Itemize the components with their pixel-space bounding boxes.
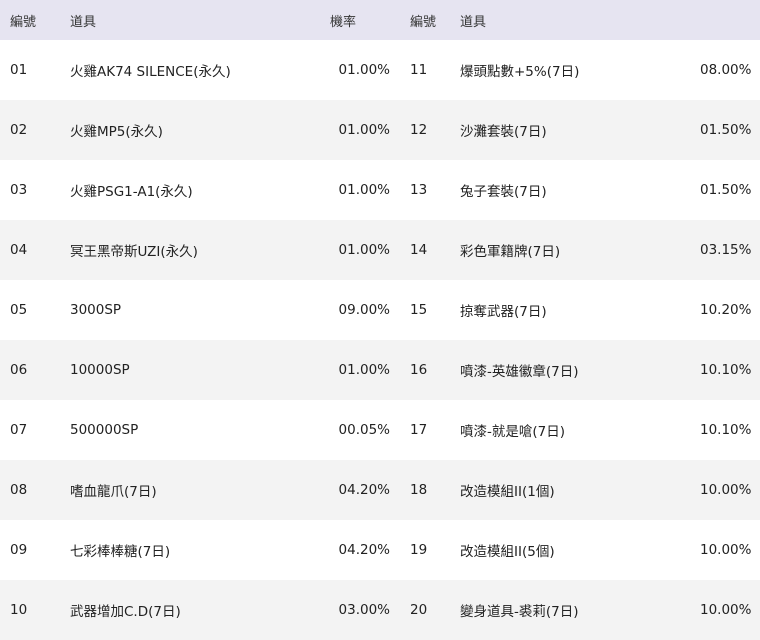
cell-item-2: 沙灘套裝(7日) <box>460 124 547 140</box>
table-header: 編號 道具 機率 編號 道具 機率 <box>0 0 760 40</box>
table-row: 07 500000SP 00.05% 17 噴漆-就是嗆(7日) 10.10% <box>0 400 760 460</box>
header-num: 編號 <box>10 14 37 30</box>
cell-rate: 01.00% <box>338 182 390 198</box>
cell-num-2: 20 <box>410 602 428 618</box>
cell-rate-2: 03.15% <box>700 242 752 258</box>
cell-num: 04 <box>10 242 28 258</box>
table-row: 06 10000SP 01.00% 16 噴漆-英雄徽章(7日) 10.10% <box>0 340 760 400</box>
cell-num: 07 <box>10 422 28 438</box>
cell-rate: 01.00% <box>338 362 390 378</box>
cell-num-2: 13 <box>410 182 428 198</box>
table-row: 01 火雞AK74 SILENCE(永久) 01.00% 11 爆頭點數+5%(7日) 0… <box>0 40 760 100</box>
cell-rate-2: 10.00% <box>700 482 752 498</box>
cell-item: 七彩棒棒糖(7日) <box>70 544 171 560</box>
cell-item-2: 改造模組II(1個) <box>460 484 555 500</box>
table-row: 08 嗜血龍爪(7日) 04.20% 18 改造模組II(1個) 10.00% <box>0 460 760 520</box>
header-num-2: 編號 <box>410 14 437 30</box>
cell-rate-2: 10.10% <box>700 422 752 438</box>
cell-rate-2: 10.00% <box>700 602 752 618</box>
cell-item: 10000SP <box>70 362 130 378</box>
cell-item: 武器增加C.D(7日) <box>70 604 181 620</box>
header-rate-2: 機率 <box>700 0 760 40</box>
cell-rate: 01.00% <box>338 242 390 258</box>
cell-rate-2: 10.10% <box>700 362 752 378</box>
cell-num: 01 <box>10 62 28 78</box>
cell-rate: 01.00% <box>338 122 390 138</box>
cell-rate-2: 10.20% <box>700 302 752 318</box>
cell-num: 02 <box>10 122 28 138</box>
cell-item-2: 彩色軍籍牌(7日) <box>460 244 561 260</box>
cell-num: 05 <box>10 302 28 318</box>
cell-rate: 09.00% <box>338 302 390 318</box>
cell-rate: 00.05% <box>338 422 390 438</box>
cell-num: 08 <box>10 482 28 498</box>
cell-num-2: 18 <box>410 482 428 498</box>
table-row: 05 3000SP 09.00% 15 掠奪武器(7日) 10.20% <box>0 280 760 340</box>
cell-item: 火雞AK74 SILENCE(永久) <box>70 64 231 80</box>
cell-item-2: 噴漆-英雄徽章(7日) <box>460 364 579 380</box>
header-row: 編號 道具 機率 編號 道具 機率 <box>0 0 760 40</box>
table-row: 10 武器增加C.D(7日) 03.00% 20 變身道具-裘莉(7日) 10.00% <box>0 580 760 640</box>
cell-item: 火雞PSG1-A1(永久) <box>70 184 193 200</box>
cell-rate: 01.00% <box>338 62 390 78</box>
cell-num-2: 15 <box>410 302 428 318</box>
cell-item-2: 改造模組II(5個) <box>460 544 555 560</box>
cell-item-2: 噴漆-就是嗆(7日) <box>460 424 565 440</box>
cell-rate: 04.20% <box>338 542 390 558</box>
cell-rate-2: 01.50% <box>700 122 752 138</box>
cell-num-2: 12 <box>410 122 428 138</box>
cell-num: 09 <box>10 542 28 558</box>
cell-item: 3000SP <box>70 302 122 318</box>
header-item: 道具 <box>70 14 97 30</box>
cell-num: 10 <box>10 602 28 618</box>
cell-rate-2: 10.00% <box>700 542 752 558</box>
probability-table: 編號 道具 機率 編號 道具 機率 01火雞AK74 SILENCE(永久)01… <box>0 0 760 640</box>
cell-item: 冥王黑帝斯UZI(永久) <box>70 244 198 260</box>
table-row: 02 火雞MP5(永久) 01.00% 12 沙灘套裝(7日) 01.50% <box>0 100 760 160</box>
cell-rate-2: 01.50% <box>700 182 752 198</box>
cell-item-2: 爆頭點數+5%(7日) <box>460 64 580 80</box>
table-row: 09 七彩棒棒糖(7日) 04.20% 19 改造模組II(5個) 10.00% <box>0 520 760 580</box>
header-rate: 機率 <box>330 14 357 30</box>
cell-rate-2: 08.00% <box>700 62 752 78</box>
cell-item: 火雞MP5(永久) <box>70 124 163 140</box>
cell-item-2: 變身道具-裘莉(7日) <box>460 604 579 620</box>
table-row: 03 火雞PSG1-A1(永久) 01.00% 13 兔子套裝(7日) 01.50% <box>0 160 760 220</box>
cell-num-2: 17 <box>410 422 428 438</box>
cell-rate: 03.00% <box>338 602 390 618</box>
cell-rate: 04.20% <box>338 482 390 498</box>
cell-item-2: 掠奪武器(7日) <box>460 304 547 320</box>
cell-item-2: 兔子套裝(7日) <box>460 184 547 200</box>
cell-num-2: 11 <box>410 62 428 78</box>
cell-item: 嗜血龍爪(7日) <box>70 484 157 500</box>
cell-num-2: 19 <box>410 542 428 558</box>
cell-num: 03 <box>10 182 28 198</box>
table-body: 01 火雞AK74 SILENCE(永久) 01.00% 11 爆頭點數+5%(7日) 0… <box>0 40 760 640</box>
cell-num-2: 14 <box>410 242 428 258</box>
cell-num: 06 <box>10 362 28 378</box>
header-item-2: 道具 <box>460 14 487 30</box>
table-row: 04 冥王黑帝斯UZI(永久) 01.00% 14 彩色軍籍牌(7日) 03.15% <box>0 220 760 280</box>
cell-item: 500000SP <box>70 422 139 438</box>
cell-num-2: 16 <box>410 362 428 378</box>
